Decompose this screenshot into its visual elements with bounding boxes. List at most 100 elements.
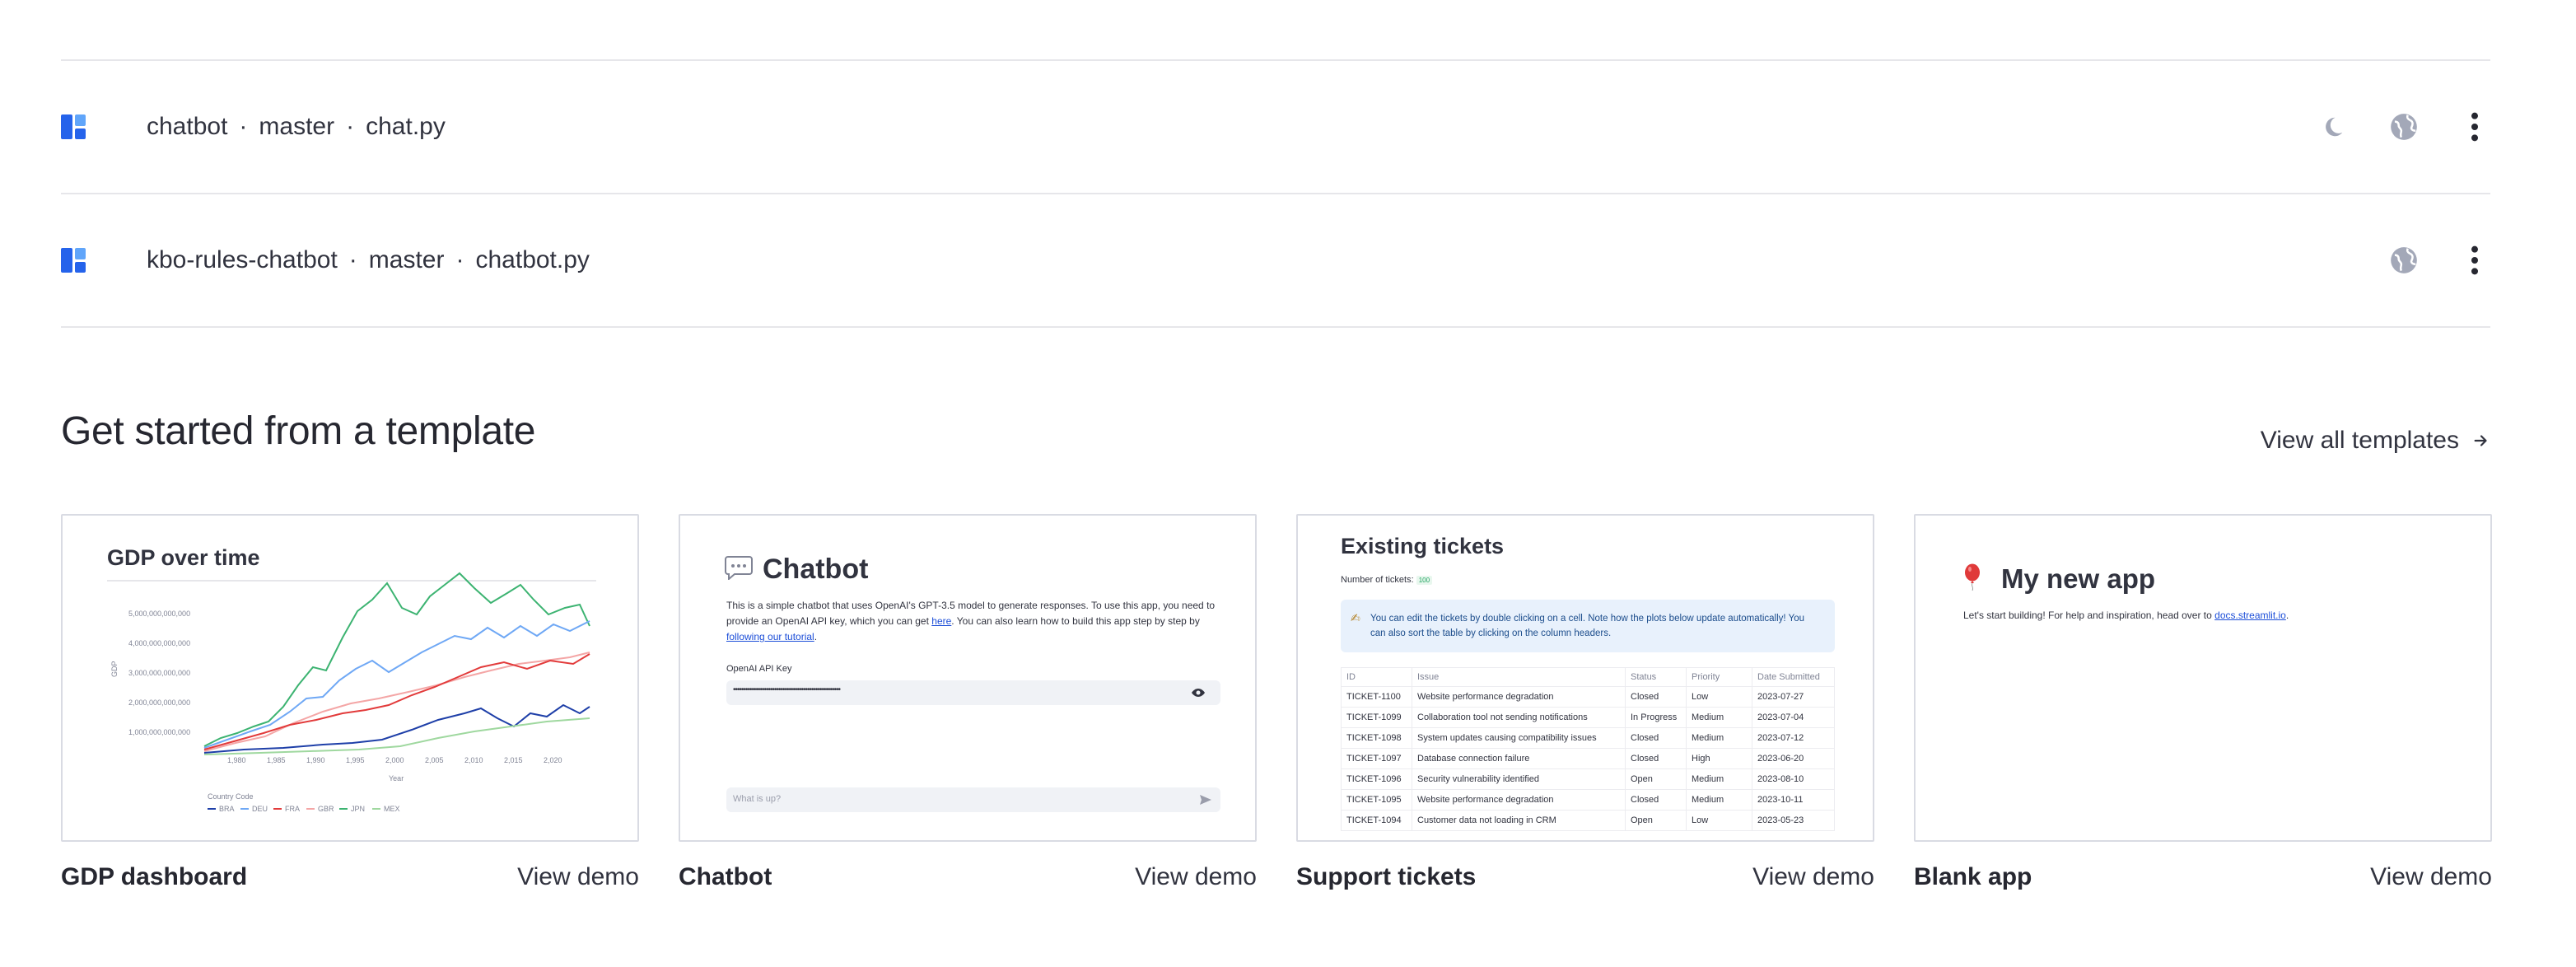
table-cell[interactable]: Medium — [1686, 707, 1752, 728]
gdp-line-chart: 5,000,000,000,000 4,000,000,000,000 3,00… — [110, 572, 590, 813]
eye-icon[interactable] — [1191, 688, 1206, 698]
branch-name: master — [259, 113, 335, 140]
table-cell[interactable]: 2023-07-12 — [1752, 727, 1835, 749]
here-link[interactable]: here — [931, 615, 951, 627]
y-tick-label: 3,000,000,000,000 — [128, 669, 190, 677]
view-all-label: View all templates — [2260, 427, 2459, 454]
table-cell[interactable]: Website performance degradation — [1412, 686, 1626, 708]
template-preview[interactable]: GDP over time 5,000,000,000,000 4,000,00… — [61, 514, 639, 842]
table-cell[interactable]: Closed — [1625, 686, 1687, 708]
table-cell[interactable]: 2023-07-04 — [1752, 707, 1835, 728]
table-cell[interactable]: Closed — [1625, 789, 1687, 811]
chat-input[interactable]: What is up? — [726, 787, 1220, 812]
row-actions — [2317, 111, 2490, 142]
ticket-count: Number of tickets: 100 — [1341, 575, 1433, 585]
sleep-moon-icon[interactable] — [2317, 111, 2349, 142]
table-row[interactable]: TICKET-1095 Website performance degradati… — [1341, 789, 1835, 811]
table-cell[interactable]: 2023-10-11 — [1752, 789, 1835, 811]
template-preview[interactable]: Existing tickets Number of tickets: 100 … — [1296, 514, 1874, 842]
table-cell[interactable]: TICKET-1096 — [1341, 768, 1412, 790]
preview-heading: My new app — [2001, 563, 2156, 594]
table-cell[interactable]: Low — [1686, 686, 1752, 708]
table-row[interactable]: TICKET-1096 Security vulnerability identi… — [1341, 768, 1835, 790]
table-cell[interactable]: 2023-05-23 — [1752, 810, 1835, 831]
template-name[interactable]: GDP dashboard — [61, 863, 247, 891]
globe-icon[interactable] — [2388, 245, 2420, 276]
table-cell[interactable]: 2023-07-27 — [1752, 686, 1835, 708]
table-cell[interactable]: Open — [1625, 810, 1687, 831]
table-cell[interactable]: System updates causing compatibility iss… — [1412, 727, 1626, 749]
api-key-value: ••••••••••••••••••••••••••••••••••••••••… — [733, 685, 841, 694]
column-header[interactable]: Date Submitted — [1752, 667, 1835, 687]
table-cell[interactable]: TICKET-1097 — [1341, 748, 1412, 769]
legend-entry: MEX — [384, 805, 400, 813]
send-icon[interactable] — [1199, 794, 1212, 806]
legend-entry: BRA — [219, 805, 235, 813]
ticket-count-value: 100 — [1416, 576, 1433, 585]
view-demo-link[interactable]: View demo — [2370, 863, 2492, 891]
tickets-table[interactable]: ID Issue Status Priority Date Submitted … — [1341, 667, 1835, 831]
table-cell[interactable]: Closed — [1625, 748, 1687, 769]
table-row[interactable]: TICKET-1097 Database connection failure Cl… — [1341, 748, 1835, 769]
more-vertical-icon[interactable] — [2459, 245, 2490, 276]
table-cell[interactable]: Medium — [1686, 727, 1752, 749]
divider — [61, 326, 2490, 328]
table-cell[interactable]: Customer data not loading in CRM — [1412, 810, 1626, 831]
column-header[interactable]: Issue — [1412, 667, 1626, 687]
template-card-blank-app[interactable]: My new app Let's start building! For hel… — [1914, 514, 2492, 891]
description-text: Let's start building! For help and inspi… — [1963, 610, 2215, 621]
template-card-gdp-dashboard[interactable]: GDP over time 5,000,000,000,000 4,000,00… — [61, 514, 639, 891]
column-header[interactable]: Priority — [1686, 667, 1752, 687]
column-header[interactable]: Status — [1625, 667, 1687, 687]
description-text: . — [2285, 610, 2289, 621]
view-demo-link[interactable]: View demo — [1752, 863, 1874, 891]
globe-icon[interactable] — [2388, 111, 2420, 142]
view-demo-link[interactable]: View demo — [1135, 863, 1257, 891]
table-cell[interactable]: TICKET-1095 — [1341, 789, 1412, 811]
app-row-chatbot[interactable]: chatbot · master · chat.py — [61, 61, 2490, 193]
table-cell[interactable]: TICKET-1098 — [1341, 727, 1412, 749]
template-preview[interactable]: My new app Let's start building! For hel… — [1914, 514, 2492, 842]
legend-swatch — [339, 808, 348, 810]
table-cell[interactable]: Closed — [1625, 727, 1687, 749]
table-header-row: ID Issue Status Priority Date Submitted — [1341, 667, 1835, 687]
app-row-kbo-rules-chatbot[interactable]: kbo-rules-chatbot · master · chatbot.py — [61, 194, 2490, 326]
table-cell[interactable]: Security vulnerability identified — [1412, 768, 1626, 790]
table-cell[interactable]: Website performance degradation — [1412, 789, 1626, 811]
tutorial-link[interactable]: following our tutorial — [726, 631, 814, 642]
table-cell[interactable]: Database connection failure — [1412, 748, 1626, 769]
table-cell[interactable]: 2023-08-10 — [1752, 768, 1835, 790]
table-cell[interactable]: TICKET-1100 — [1341, 686, 1412, 708]
table-cell[interactable]: Low — [1686, 810, 1752, 831]
template-name[interactable]: Support tickets — [1296, 863, 1476, 891]
table-cell[interactable]: High — [1686, 748, 1752, 769]
table-cell[interactable]: Medium — [1686, 768, 1752, 790]
template-card-chatbot[interactable]: Chatbot This is a simple chatbot that us… — [679, 514, 1257, 891]
repo-name: chatbot — [147, 113, 228, 140]
app-title[interactable]: kbo-rules-chatbot · master · chatbot.py — [147, 246, 590, 274]
template-card-support-tickets[interactable]: Existing tickets Number of tickets: 100 … — [1296, 514, 1874, 891]
view-all-templates-link[interactable]: View all templates — [2261, 427, 2490, 455]
table-row[interactable]: TICKET-1098 System updates causing compat… — [1341, 727, 1835, 749]
api-key-input[interactable]: ••••••••••••••••••••••••••••••••••••••••… — [726, 680, 1220, 705]
view-demo-link[interactable]: View demo — [517, 863, 639, 891]
template-preview[interactable]: Chatbot This is a simple chatbot that us… — [679, 514, 1257, 842]
table-cell[interactable]: TICKET-1094 — [1341, 810, 1412, 831]
table-cell[interactable]: Medium — [1686, 789, 1752, 811]
row-actions — [2388, 245, 2490, 276]
table-row[interactable]: TICKET-1099 Collaboration tool not sendin… — [1341, 707, 1835, 728]
table-cell[interactable]: Collaboration tool not sending notificat… — [1412, 707, 1626, 728]
docs-link[interactable]: docs.streamlit.io — [2214, 610, 2286, 621]
app-title[interactable]: chatbot · master · chat.py — [147, 113, 446, 141]
template-name[interactable]: Blank app — [1914, 863, 2032, 891]
template-name[interactable]: Chatbot — [679, 863, 772, 891]
table-cell[interactable]: TICKET-1099 — [1341, 707, 1412, 728]
column-header[interactable]: ID — [1341, 667, 1412, 687]
table-cell[interactable]: In Progress — [1625, 707, 1687, 728]
legend-entry: JPN — [351, 805, 365, 813]
more-vertical-icon[interactable] — [2459, 111, 2490, 142]
table-cell[interactable]: Open — [1625, 768, 1687, 790]
table-row[interactable]: TICKET-1100 Website performance degradati… — [1341, 686, 1835, 708]
table-cell[interactable]: 2023-06-20 — [1752, 748, 1835, 769]
table-row[interactable]: TICKET-1094 Customer data not loading in … — [1341, 810, 1835, 831]
